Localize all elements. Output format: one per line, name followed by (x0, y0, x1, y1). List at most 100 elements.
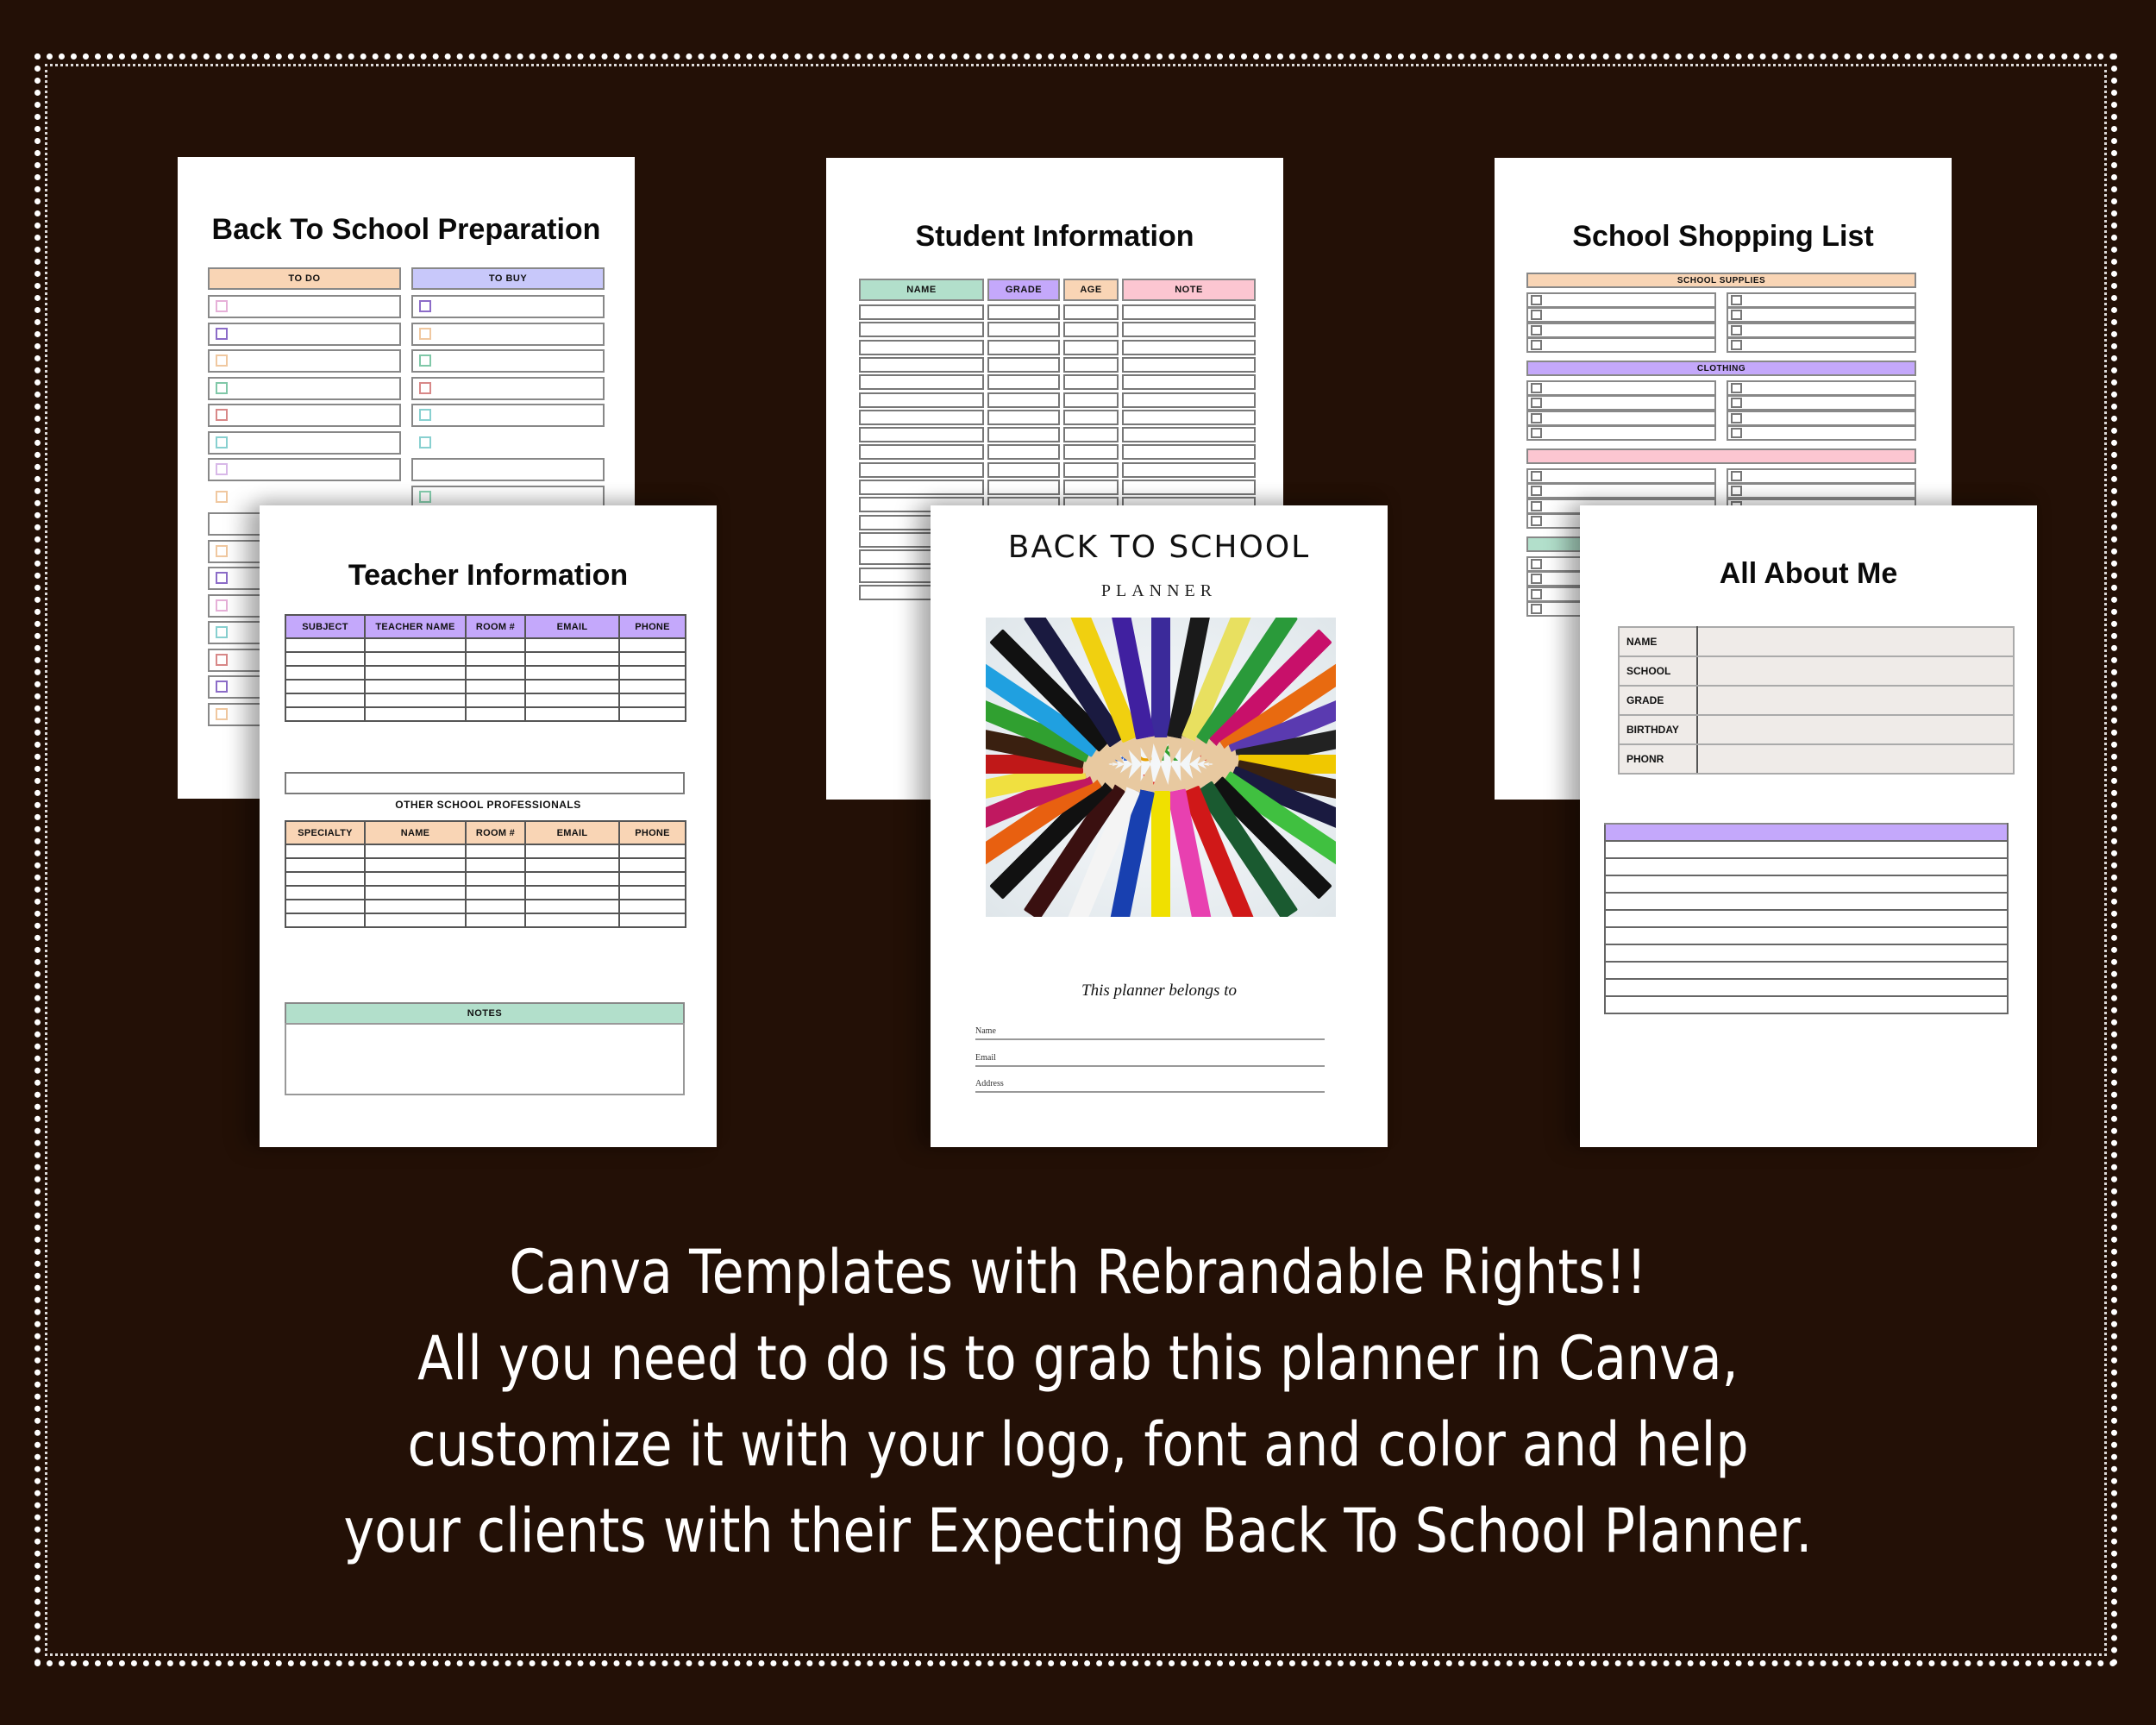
checkbox[interactable] (1731, 471, 1742, 481)
checkbox[interactable] (1531, 515, 1542, 526)
name-header: NAME (364, 820, 467, 845)
section-header: SCHOOL SUPPLIES (1526, 273, 1916, 288)
field-value[interactable] (1696, 626, 2015, 657)
checkbox[interactable] (216, 599, 228, 612)
student-cell (859, 409, 984, 425)
checkbox[interactable] (419, 300, 431, 312)
table-row (285, 679, 686, 694)
table-cell (364, 857, 467, 873)
checkbox[interactable] (216, 707, 228, 720)
checkbox[interactable] (216, 300, 228, 312)
table-row (285, 899, 686, 914)
checkbox[interactable] (1531, 559, 1542, 569)
checkbox[interactable] (216, 463, 228, 475)
checkbox[interactable] (216, 436, 228, 448)
notes-box (285, 1023, 685, 1095)
table-row (285, 885, 686, 900)
checkbox[interactable] (216, 626, 228, 638)
checkbox[interactable] (1531, 588, 1542, 599)
checkbox[interactable] (1731, 486, 1742, 497)
checkbox[interactable] (419, 354, 431, 367)
checkbox[interactable] (216, 354, 228, 367)
checkbox[interactable] (1531, 574, 1542, 585)
field-value[interactable] (1696, 656, 2015, 687)
checkbox[interactable] (1731, 427, 1742, 438)
student-cell (987, 461, 1060, 478)
checkbox[interactable] (1731, 310, 1742, 321)
shopping-row (1526, 292, 1716, 308)
checkbox[interactable] (1531, 486, 1542, 497)
student-cell (1063, 444, 1119, 461)
table-cell (524, 885, 620, 900)
student-cell (1063, 322, 1119, 338)
promo-line-1: Canva Templates with Rebrandable Rights!… (509, 1237, 1647, 1308)
student-cell (1122, 409, 1256, 425)
shopping-row (1526, 410, 1716, 426)
checkbox[interactable] (419, 436, 431, 448)
lined-header (1604, 823, 2009, 842)
page-title: School Shopping List (1572, 220, 1874, 253)
checkbox[interactable] (1531, 310, 1542, 321)
student-cell (1122, 392, 1256, 408)
checkbox[interactable] (216, 681, 228, 693)
about-row: GRADE (1618, 685, 2015, 716)
room-header: ROOM # (465, 614, 526, 639)
student-cell (987, 356, 1060, 373)
checkbox[interactable] (1531, 427, 1542, 438)
colored-pencils-image: back to School (986, 618, 1336, 917)
checkbox[interactable] (1731, 295, 1742, 305)
student-cell (859, 444, 984, 461)
checkbox[interactable] (1531, 324, 1542, 336)
table-cell (524, 844, 620, 859)
shopping-row (1727, 336, 1916, 353)
checkbox[interactable] (419, 490, 431, 503)
checkbox[interactable] (1731, 412, 1742, 423)
table-cell (524, 679, 620, 694)
checkbox[interactable] (1531, 383, 1542, 393)
table-cell (465, 665, 526, 681)
field-value[interactable] (1696, 685, 2015, 716)
student-cell (1122, 339, 1256, 355)
checkbox[interactable] (419, 381, 431, 394)
checkbox[interactable] (1531, 603, 1542, 614)
table-cell (524, 899, 620, 914)
checkbox[interactable] (1531, 500, 1542, 511)
shopping-row (1727, 395, 1916, 411)
checkbox[interactable] (1531, 339, 1542, 350)
checkbox[interactable] (1731, 324, 1742, 336)
checkbox[interactable] (1731, 339, 1742, 350)
student-cell (1063, 461, 1119, 478)
student-cell (1122, 444, 1256, 461)
lined-cell (1604, 893, 2009, 911)
table-row (285, 665, 686, 681)
checkbox[interactable] (216, 327, 228, 340)
table-cell (618, 871, 686, 887)
table-row (285, 871, 686, 887)
field-value[interactable] (1696, 714, 2015, 745)
checklist-row (208, 430, 401, 455)
checklist-row (208, 322, 401, 346)
checkbox[interactable] (216, 653, 228, 666)
checkbox[interactable] (216, 490, 228, 503)
student-cell (1063, 427, 1119, 443)
checkbox[interactable] (1731, 383, 1742, 393)
lined-cell (1604, 823, 2009, 842)
checkbox[interactable] (1531, 295, 1542, 305)
checkbox[interactable] (216, 544, 228, 557)
checkbox[interactable] (419, 327, 431, 340)
checkbox[interactable] (216, 409, 228, 421)
checkbox[interactable] (1531, 398, 1542, 409)
checkbox[interactable] (216, 381, 228, 394)
table-cell (465, 857, 526, 873)
student-cell (987, 304, 1060, 320)
checklist-row (411, 376, 605, 400)
subject-header: SUBJECT (285, 614, 366, 639)
checkbox[interactable] (216, 572, 228, 584)
checkbox[interactable] (1731, 398, 1742, 409)
lined-row (1604, 996, 2009, 1014)
checklist-row (411, 404, 605, 427)
checkbox[interactable] (419, 409, 431, 421)
field-value[interactable] (1696, 743, 2015, 775)
checkbox[interactable] (1531, 471, 1542, 481)
checkbox[interactable] (1531, 412, 1542, 423)
